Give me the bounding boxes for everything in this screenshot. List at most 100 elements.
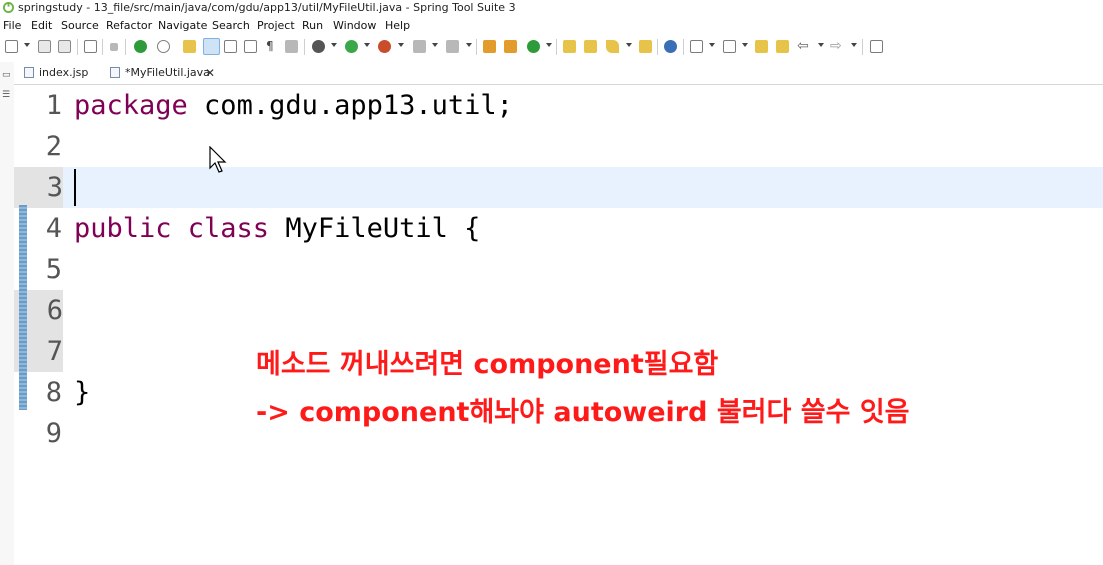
menu-project[interactable]: Project [257, 19, 295, 32]
annotation-line-1: 메소드 꺼내쓰려면 component필요함 [256, 349, 719, 380]
tab-index-jsp[interactable]: index.jsp [24, 64, 104, 84]
spring-leaf-icon [3, 2, 14, 13]
editor-tab-strip: index.jsp *MyFileUtil.java ✕ [0, 62, 1103, 85]
line-number: 2 [45, 131, 62, 162]
code-line: 6 [14, 290, 1103, 331]
toolbar: ¶ ⇦ ⇨ [0, 37, 1103, 59]
menu-help[interactable]: Help [385, 19, 410, 32]
line-number: 3 [14, 167, 63, 208]
skip-breakpoints-icon[interactable] [110, 43, 118, 51]
toolbar-separator [77, 39, 78, 55]
mouse-pointer-icon [209, 146, 227, 173]
code-line: 2 [14, 126, 1103, 167]
close-icon[interactable]: ✕ [205, 66, 215, 80]
open-task-icon[interactable] [584, 40, 597, 53]
menu-refactor[interactable]: Refactor [106, 19, 152, 32]
code-line: 1 package com.gdu.app13.util; [14, 85, 1103, 126]
code-rest: } [74, 377, 91, 408]
restore-view-icon[interactable]: ▭ [2, 70, 11, 80]
toolbar-separator [304, 39, 305, 55]
debug-icon[interactable] [312, 40, 325, 53]
code-text: public class MyFileUtil { [74, 208, 480, 249]
spring-boot-dashboard-icon[interactable] [134, 40, 147, 53]
tab-label: index.jsp [39, 66, 89, 79]
back-arrow-icon[interactable]: ⇦ [797, 38, 809, 54]
jsp-file-icon [24, 67, 34, 78]
run-dropdown-icon[interactable] [364, 43, 370, 47]
new-java-package-icon[interactable] [483, 40, 496, 53]
last-edit-location-icon[interactable] [755, 40, 768, 53]
print-icon[interactable] [84, 40, 97, 53]
forward-dropdown-icon[interactable] [851, 43, 857, 47]
previous-annotation-dropdown-icon[interactable] [742, 43, 748, 47]
menu-window[interactable]: Window [333, 19, 376, 32]
quick-diff-change-bar [19, 205, 27, 410]
line-number: 9 [45, 418, 62, 449]
new-spring-project-icon[interactable] [527, 40, 540, 53]
code-line: 4 public class MyFileUtil { [14, 208, 1103, 249]
minimized-views-strip: ▭ ☰ [0, 62, 14, 565]
keyword: public class [74, 213, 270, 244]
menu-source[interactable]: Source [61, 19, 99, 32]
code-editor[interactable]: 1 package com.gdu.app13.util; 2 3 4 publ… [14, 85, 1103, 565]
stop-dropdown-icon[interactable] [432, 43, 438, 47]
menu-edit[interactable]: Edit [31, 19, 52, 32]
menu-search[interactable]: Search [212, 19, 250, 32]
menu-navigate[interactable]: Navigate [158, 19, 207, 32]
previous-annotation-icon[interactable] [723, 40, 736, 53]
java-file-icon [110, 67, 120, 78]
refresh-icon[interactable] [157, 40, 170, 53]
debug-config-icon[interactable] [285, 40, 298, 53]
back-dropdown-icon[interactable] [818, 43, 824, 47]
new-dropdown-icon[interactable] [24, 43, 30, 47]
terminate-dropdown-icon[interactable] [466, 43, 472, 47]
debug-dropdown-icon[interactable] [331, 43, 337, 47]
run-icon[interactable] [345, 40, 358, 53]
external-tool-dropdown-icon[interactable] [398, 43, 404, 47]
terminate-icon[interactable] [446, 40, 459, 53]
toggle-mark-occurrences-icon[interactable] [203, 38, 220, 55]
outline-view-icon[interactable]: ☰ [2, 90, 11, 100]
run-external-tool-icon[interactable] [378, 40, 391, 53]
open-folder-icon[interactable] [563, 40, 576, 53]
menu-run[interactable]: Run [302, 19, 323, 32]
new-icon[interactable] [5, 40, 18, 53]
toolbar-separator [125, 39, 126, 55]
toolbar-separator [476, 39, 477, 55]
save-all-icon[interactable] [58, 40, 71, 53]
code-text: package com.gdu.app13.util; [74, 85, 513, 126]
search-folder-icon[interactable] [639, 40, 652, 53]
keyword: package [74, 90, 188, 121]
line-number: 1 [45, 90, 62, 121]
window-title: springstudy - 13_file/src/main/java/com/… [18, 1, 516, 14]
title-bar: springstudy - 13_file/src/main/java/com/… [0, 0, 1103, 16]
show-whitespace-icon[interactable] [244, 40, 257, 53]
annotation-line-2: -> component해놔야 autoweird 불러다 쓸수 잇음 [256, 397, 910, 428]
next-annotation-dropdown-icon[interactable] [709, 43, 715, 47]
code-text: } [74, 372, 90, 413]
pen-icon[interactable] [606, 40, 619, 53]
code-rest: MyFileUtil { [269, 213, 481, 244]
new-dropdown-icon[interactable] [546, 43, 552, 47]
current-code-line: 3 [14, 167, 1103, 208]
save-icon[interactable] [38, 40, 51, 53]
tab-myfileutil-java[interactable]: *MyFileUtil.java ✕ [110, 64, 220, 84]
text-caret [74, 169, 76, 206]
pilcrow-icon[interactable]: ¶ [266, 39, 274, 53]
code-line: 5 [14, 249, 1103, 290]
globe-icon[interactable] [664, 40, 677, 53]
toolbar-separator [657, 39, 658, 55]
tab-label: *MyFileUtil.java [125, 66, 210, 79]
pin-editor-icon[interactable] [870, 40, 883, 53]
toolbar-separator [556, 39, 557, 55]
toolbar-separator [683, 39, 684, 55]
menu-file[interactable]: File [3, 19, 21, 32]
forward-arrow-icon[interactable]: ⇨ [830, 38, 842, 54]
new-java-class-icon[interactable] [504, 40, 517, 53]
pen-dropdown-icon[interactable] [626, 43, 632, 47]
stop-icon[interactable] [413, 40, 426, 53]
toggle-block-selection-icon[interactable] [224, 40, 237, 53]
next-annotation-icon[interactable] [690, 40, 703, 53]
forward-history-icon[interactable] [776, 40, 789, 53]
open-type-icon[interactable] [183, 40, 196, 53]
